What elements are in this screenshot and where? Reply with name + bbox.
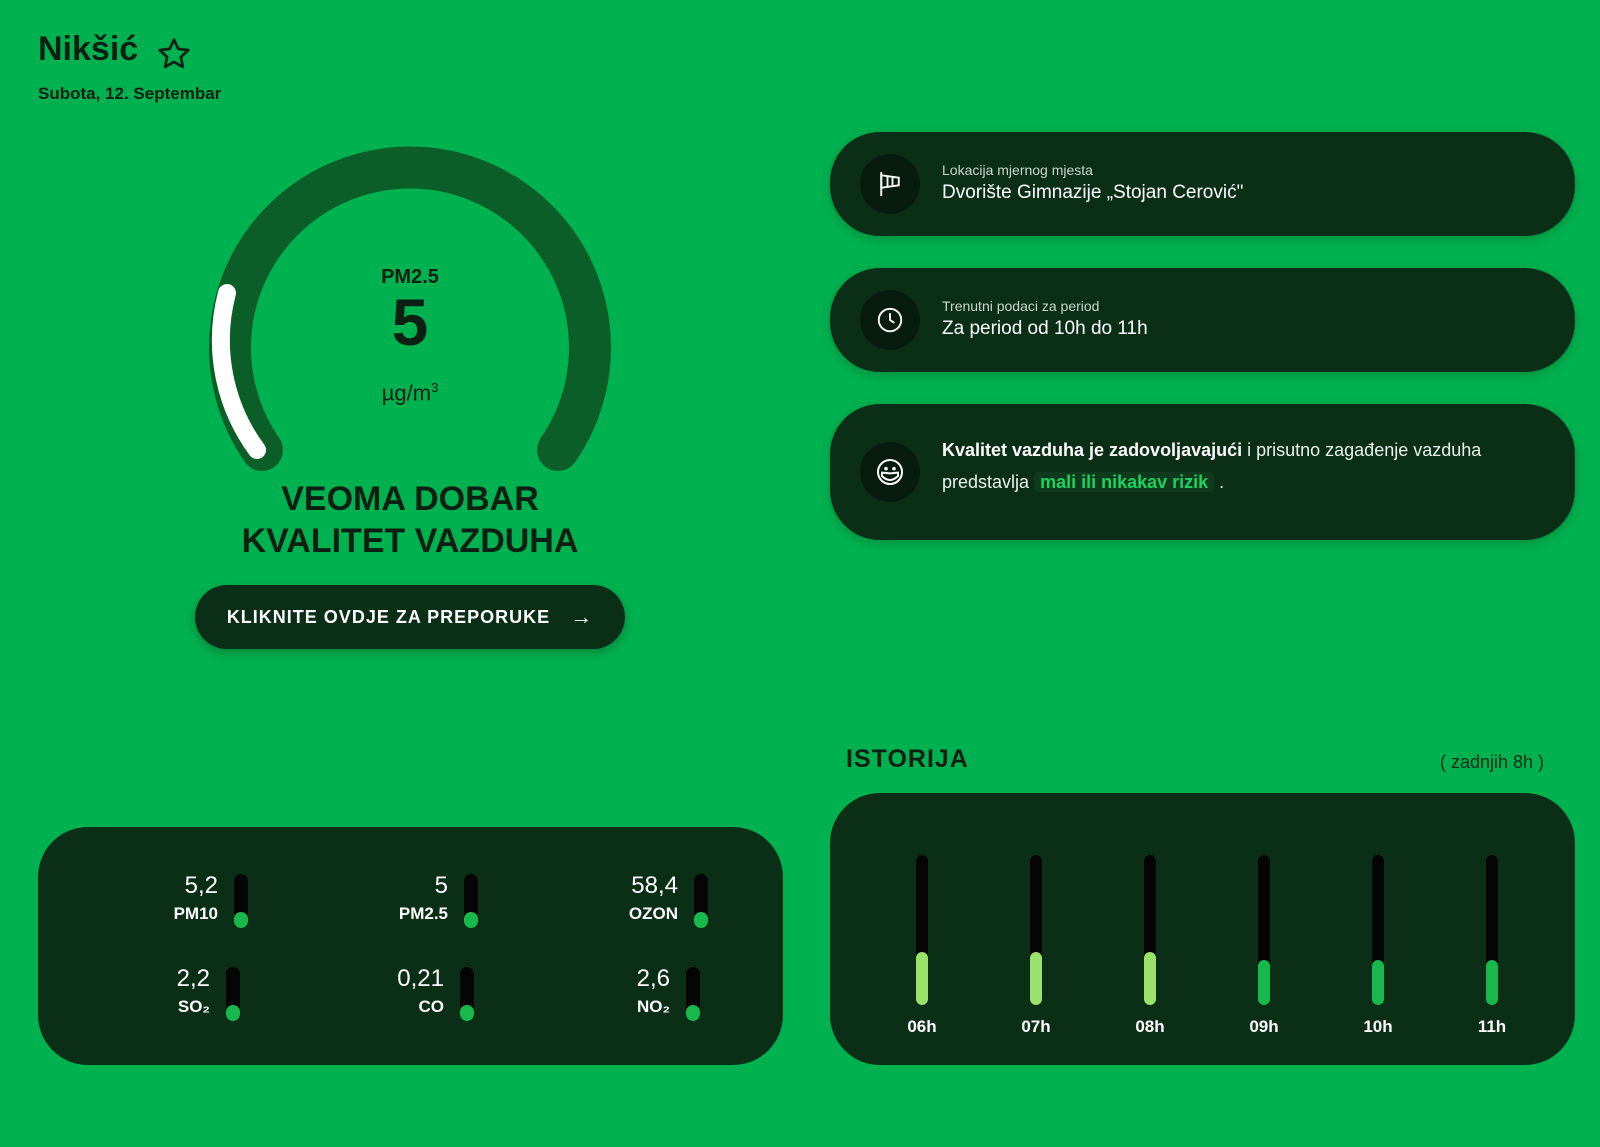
pollutant-level-fill (226, 1005, 240, 1021)
air-quality-status: VEOMA DOBAR KVALITET VAZDUHA (190, 478, 630, 562)
location-value: Dvorište Gimnazije „Stojan Cerović" (942, 182, 1244, 203)
air-quality-message: Kvalitet vazduha je zadovoljavajući i pr… (942, 440, 1482, 492)
history-bar-08h[interactable]: 08h (1130, 855, 1170, 1045)
history-hour-label: 08h (1135, 1017, 1165, 1036)
history-bar-fill (1486, 960, 1498, 1005)
history-hour-label: 11h (1477, 1017, 1507, 1036)
pollutant-level-track (686, 967, 700, 1021)
history-bar-track (1144, 855, 1156, 1005)
history-bar-track (1258, 855, 1270, 1005)
pollutant-level-track (694, 874, 708, 928)
pollutant-so2: 2,2 SO₂ (130, 965, 260, 1035)
history-bar-fill (1258, 960, 1270, 1005)
pollutant-level-fill (234, 912, 248, 928)
history-title: ISTORIJA (846, 745, 969, 773)
pollutant-level-fill (694, 912, 708, 928)
risk-highlight: mali ili nikakav rizik (1034, 472, 1215, 492)
pollutant-name: CO (418, 997, 445, 1016)
pollutant-name: SO₂ (177, 997, 210, 1016)
pollutant-value: 5,2 (184, 872, 218, 899)
pollutant-pm10: 5,2 PM10 (138, 872, 268, 942)
history-bar-fill (1144, 952, 1156, 1005)
period-card: Trenutni podaci za period Za period od 1… (830, 268, 1575, 372)
pollutant-level-track (226, 967, 240, 1021)
history-panel: 06h 07h 08h 09h 10h 11h (830, 793, 1575, 1065)
pollutant-value: 2,2 (176, 965, 210, 992)
pollutant-level-track (464, 874, 478, 928)
history-hour-label: 10h (1363, 1017, 1393, 1036)
history-bar-07h[interactable]: 07h (1016, 855, 1056, 1045)
recommendations-button[interactable]: KLIKNITE OVDJE ZA PREPORUKE → (195, 585, 625, 649)
pollutant-value: 2,6 (636, 965, 670, 992)
history-bar-06h[interactable]: 06h (902, 855, 942, 1045)
history-bar-fill (1030, 952, 1042, 1005)
location-label: Lokacija mjernog mjesta (942, 162, 1093, 178)
arrow-right-icon: → (570, 604, 594, 629)
air-quality-card: Kvalitet vazduha je zadovoljavajući i pr… (830, 404, 1575, 540)
pollutant-name: PM10 (173, 904, 218, 923)
history-bar-track (916, 855, 928, 1005)
date-label: Subota, 12. Septembar (38, 84, 222, 103)
windsock-icon (860, 154, 920, 214)
history-bar-track (1372, 855, 1384, 1005)
pollutant-value: 0,21 (397, 965, 444, 992)
history-period-note: ( zadnjih 8h ) (1440, 752, 1545, 772)
pollutant-pm25: 5 PM2.5 (368, 872, 498, 942)
pollutant-name: OZON (628, 904, 678, 923)
history-hour-label: 06h (907, 1017, 937, 1036)
history-bar-10h[interactable]: 10h (1358, 855, 1398, 1045)
history-hour-label: 09h (1249, 1017, 1279, 1036)
pollutant-level-track (234, 874, 248, 928)
period-value: Za period od 10h do 11h (942, 318, 1148, 339)
pollutant-value: 5 (434, 872, 448, 899)
pollutant-name: PM2.5 (398, 904, 448, 923)
city-name: Nikšić (38, 30, 139, 68)
pollutant-co: 0,21 CO (364, 965, 494, 1035)
recommendations-button-label: KLIKNITE OVDJE ZA PREPORUKE (226, 606, 551, 627)
favorite-star-icon[interactable] (156, 36, 192, 72)
pollutant-ozone: 58,4 OZON (598, 872, 728, 942)
status-line-1: VEOMA DOBAR (281, 480, 539, 518)
pollutant-level-fill (460, 1005, 474, 1021)
pollutant-value: 58,4 (631, 872, 678, 899)
history-bar-fill (916, 952, 928, 1005)
location-card: Lokacija mjernog mjesta Dvorište Gimnazi… (830, 132, 1575, 236)
history-bar-fill (1372, 960, 1384, 1005)
pollutant-level-track (460, 967, 474, 1021)
face-mask-icon (860, 442, 920, 502)
pollutants-panel: 5,2 PM10 5 PM2.5 58,4 OZON 2,2 SO₂ 0,21 … (38, 827, 783, 1065)
gauge-value: 5 (391, 285, 429, 359)
pollutant-name: NO₂ (636, 997, 670, 1016)
clock-icon (860, 290, 920, 350)
history-bar-11h[interactable]: 11h (1472, 855, 1512, 1045)
gauge-unit: µg/m3 (381, 380, 439, 406)
pollutant-level-fill (464, 912, 478, 928)
pollutant-no2: 2,6 NO₂ (590, 965, 720, 1035)
period-label: Trenutni podaci za period (942, 298, 1100, 314)
history-hour-label: 07h (1021, 1017, 1051, 1036)
status-line-2: KVALITET VAZDUHA (241, 522, 579, 560)
history-bar-09h[interactable]: 09h (1244, 855, 1284, 1045)
history-bar-track (1486, 855, 1498, 1005)
history-bar-track (1030, 855, 1042, 1005)
pollutant-level-fill (686, 1005, 700, 1021)
